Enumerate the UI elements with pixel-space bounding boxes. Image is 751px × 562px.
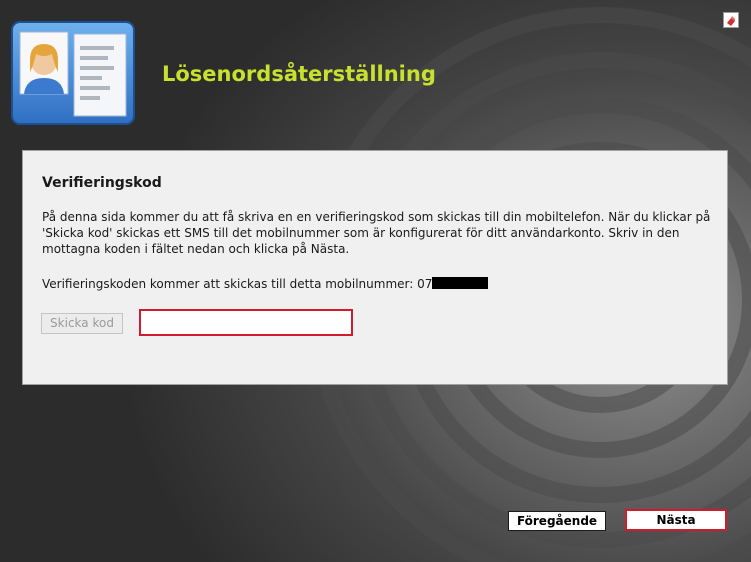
redacted-phone-number (432, 277, 489, 289)
verification-code-input[interactable] (139, 309, 353, 336)
send-code-button[interactable]: Skicka kod (41, 313, 123, 334)
phone-label: Verifieringskoden kommer att skickas til… (42, 277, 433, 291)
previous-button[interactable]: Föregående (508, 511, 606, 531)
verification-panel: Verifieringskod På denna sida kommer du … (22, 150, 728, 385)
panel-description: På denna sida kommer du att få skriva en… (42, 210, 711, 256)
page-title: Lösenordsåterställning (162, 62, 436, 86)
phone-number-line: Verifieringskoden kommer att skickas til… (42, 277, 489, 291)
id-card-icon (8, 20, 138, 130)
help-icon[interactable] (723, 12, 739, 28)
next-button[interactable]: Nästa (625, 509, 727, 531)
panel-heading: Verifieringskod (42, 175, 162, 191)
